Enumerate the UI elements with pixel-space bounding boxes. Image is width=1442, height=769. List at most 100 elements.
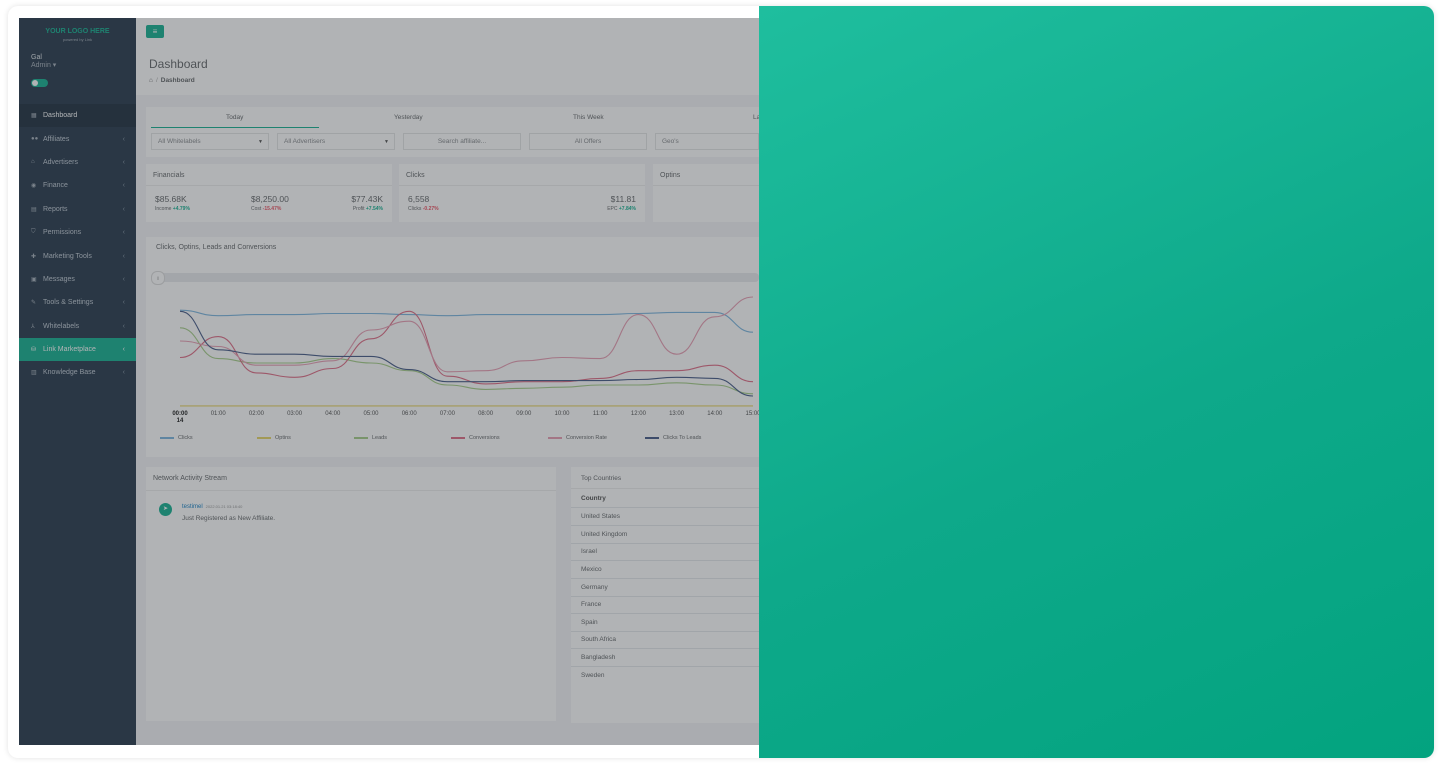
legend-item[interactable]: Conversions bbox=[451, 435, 500, 441]
search-affiliate-input[interactable]: Search affiliate... bbox=[403, 133, 521, 150]
legend-label: Leads bbox=[372, 435, 387, 441]
divider bbox=[653, 185, 759, 186]
legend-item[interactable]: Clicks To Leads bbox=[645, 435, 701, 441]
legend-item[interactable]: Leads bbox=[354, 435, 387, 441]
series-line-clicks bbox=[179, 309, 754, 333]
financials-card: Financials $85.68K Income +4.79% $8,250.… bbox=[146, 164, 392, 222]
user-role-dropdown[interactable]: Admin ▾ bbox=[31, 62, 56, 70]
top-countries-header: Top Countries bbox=[571, 467, 759, 489]
table-row: Germany bbox=[571, 579, 759, 597]
sidebar-item-permissions[interactable]: ⛉ Permissions ‹ bbox=[19, 221, 136, 244]
x-tick-label: 02:00 bbox=[249, 411, 265, 417]
column-header-country: Country bbox=[581, 495, 606, 502]
whitelabels-select-value: All Whitelabels bbox=[158, 138, 201, 145]
sidebar-item-marketing-tools[interactable]: ✚ Marketing Tools ‹ bbox=[19, 244, 136, 267]
sidebar-item-label: Messages bbox=[43, 275, 75, 283]
advertisers-select-value: All Advertisers bbox=[284, 138, 326, 145]
epc-value: $11.81 bbox=[610, 194, 636, 204]
sidebar-item-messages[interactable]: ▣ Messages ‹ bbox=[19, 268, 136, 291]
basket-icon: ⛁ bbox=[31, 347, 37, 354]
chevron-left-icon: ‹ bbox=[122, 346, 125, 354]
x-tick-label: 03:00 bbox=[287, 411, 303, 417]
cost-value: $8,250.00 bbox=[251, 194, 289, 204]
theme-toggle[interactable] bbox=[31, 79, 48, 87]
caret-down-icon: ▼ bbox=[384, 138, 389, 145]
sidebar-item-dashboard[interactable]: ▦ Dashboard bbox=[19, 104, 136, 128]
active-tab-indicator bbox=[151, 127, 319, 128]
legend-item[interactable]: Conversion Rate bbox=[548, 435, 607, 441]
table-row: France bbox=[571, 596, 759, 614]
tab-yesterday[interactable]: Yesterday bbox=[394, 114, 423, 121]
sidebar-item-affiliates[interactable]: ●● Affiliates ‹ bbox=[19, 127, 136, 150]
sidebar-item-label: Knowledge Base bbox=[43, 369, 96, 377]
cost-label: Cost -15.47% bbox=[251, 206, 282, 212]
divider bbox=[399, 185, 645, 186]
x-tick-label: 10:00 bbox=[554, 411, 570, 417]
table-row: Israel bbox=[571, 543, 759, 561]
sidebar-item-tools-settings[interactable]: ✎ Tools & Settings ‹ bbox=[19, 291, 136, 314]
sidebar-item-advertisers[interactable]: ⌂ Advertisers ‹ bbox=[19, 151, 136, 174]
financials-title: Financials bbox=[153, 172, 185, 179]
chevron-left-icon: ‹ bbox=[122, 275, 125, 283]
breadcrumb: ⌂ / Dashboard bbox=[149, 77, 195, 84]
sidebar-item-label: Marketing Tools bbox=[43, 252, 92, 260]
activity-entry-header: testimel 2022.01.21 03:18:40 bbox=[182, 504, 242, 510]
legend-item[interactable]: Optins bbox=[257, 435, 291, 441]
legend-label: Conversions bbox=[469, 435, 500, 441]
activity-message: Just Registered as New Affiliate. bbox=[182, 515, 276, 522]
chevron-left-icon: ‹ bbox=[122, 229, 125, 237]
window-frame: YOUR LOGO HERE powered by Link Gal Admin… bbox=[8, 6, 1434, 758]
clicks-title: Clicks bbox=[406, 172, 425, 179]
x-tick-label: 11:00 bbox=[593, 411, 608, 417]
page-heading: Dashboard ⌂ / Dashboard bbox=[136, 47, 759, 95]
legend-label: Optins bbox=[275, 435, 291, 441]
divider bbox=[146, 490, 556, 491]
logo-text: YOUR LOGO HERE bbox=[45, 28, 110, 35]
chat-icon: ▣ bbox=[31, 276, 37, 283]
top-countries-card: Top Countries Country United States Unit… bbox=[571, 467, 759, 723]
country-cell: Mexico bbox=[581, 566, 602, 573]
x-tick-label: 00:00 bbox=[172, 411, 188, 417]
book-icon: ▥ bbox=[31, 370, 37, 377]
sitemap-icon: ⅄ bbox=[31, 323, 35, 330]
x-tick-label: 09:00 bbox=[516, 411, 532, 417]
chevron-left-icon: ‹ bbox=[122, 182, 125, 190]
legend-item[interactable]: Clicks bbox=[160, 435, 193, 441]
series-line-conversions bbox=[179, 310, 754, 385]
hamburger-menu-button[interactable]: ≡ bbox=[146, 25, 164, 38]
sidebar-item-whitelabels[interactable]: ⅄ Whitelabels ‹ bbox=[19, 315, 136, 338]
sidebar-item-knowledge-base[interactable]: ▥ Knowledge Base ‹ bbox=[19, 361, 136, 384]
income-value: $85.68K bbox=[155, 194, 187, 204]
legend-swatch bbox=[645, 437, 659, 439]
x-tick-label: 07:00 bbox=[440, 411, 456, 417]
tab-this-week[interactable]: This Week bbox=[573, 114, 604, 121]
file-icon: ▤ bbox=[31, 206, 37, 213]
caret-down-icon: ▼ bbox=[258, 138, 263, 145]
chevron-left-icon: ‹ bbox=[122, 252, 125, 260]
table-row: Spain bbox=[571, 614, 759, 632]
user-name: Gal bbox=[31, 54, 42, 61]
country-cell: South Africa bbox=[581, 636, 617, 643]
sidebar-item-label: Dashboard bbox=[43, 112, 78, 120]
shield-icon: ⛉ bbox=[31, 229, 36, 236]
offers-select[interactable]: All Offers bbox=[529, 133, 647, 150]
sidebar-nav: ▦ Dashboard ●● Affiliates ‹ ⌂ Advertiser… bbox=[19, 104, 136, 385]
sidebar-item-reports[interactable]: ▤ Reports ‹ bbox=[19, 198, 136, 221]
sidebar-item-marketplace[interactable]: ⛁ Link Marketplace ‹ bbox=[19, 337, 136, 362]
sidebar: YOUR LOGO HERE powered by Link Gal Admin… bbox=[19, 18, 136, 745]
whitelabels-select[interactable]: All Whitelabels ▼ bbox=[151, 133, 269, 150]
geos-select[interactable]: Geo's bbox=[655, 133, 759, 150]
table-row: South Africa bbox=[571, 631, 759, 649]
divider bbox=[146, 185, 392, 186]
tab-today[interactable]: Today bbox=[226, 114, 243, 121]
home-icon[interactable]: ⌂ bbox=[149, 77, 153, 84]
epc-label: EPC +7.84% bbox=[607, 206, 636, 212]
advertisers-select[interactable]: All Advertisers ▼ bbox=[277, 133, 395, 150]
sidebar-item-label: Affiliates bbox=[43, 135, 70, 143]
activity-user-link[interactable]: testimel bbox=[182, 504, 203, 510]
table-row: Mexico bbox=[571, 561, 759, 579]
chevron-left-icon: ‹ bbox=[122, 369, 125, 377]
country-cell: Germany bbox=[581, 584, 608, 591]
user-profile[interactable]: Gal Admin ▾ bbox=[31, 54, 56, 70]
sidebar-item-finance[interactable]: ◉ Finance ‹ bbox=[19, 174, 136, 197]
